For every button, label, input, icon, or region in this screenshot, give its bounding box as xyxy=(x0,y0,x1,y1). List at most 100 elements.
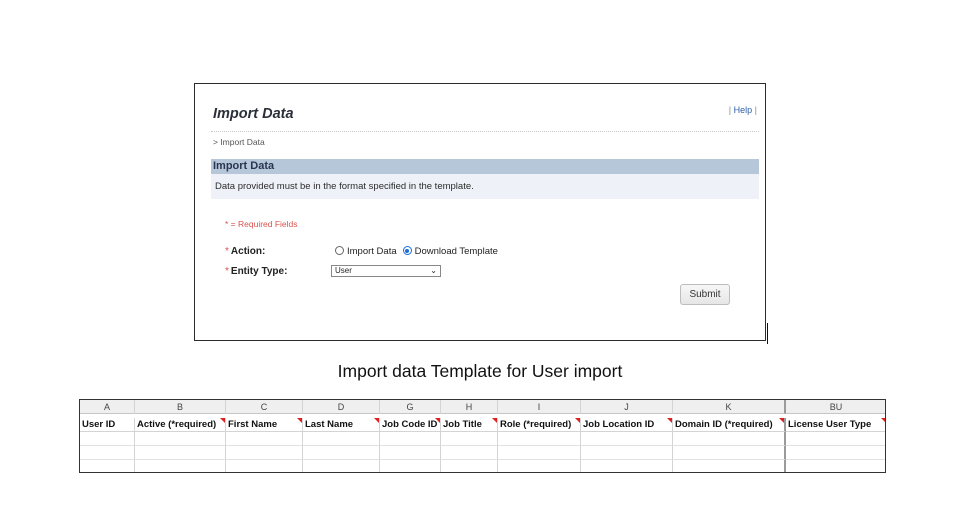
empty-cell[interactable] xyxy=(786,432,885,446)
empty-cell[interactable] xyxy=(303,460,380,472)
radio-option-download-template[interactable]: Download Template xyxy=(402,246,498,257)
header-row: User ID Active (*required) First Name La… xyxy=(80,418,885,432)
header-text: Job Code ID xyxy=(382,419,438,430)
empty-cell[interactable] xyxy=(135,432,226,446)
header-cell[interactable]: User ID xyxy=(80,418,135,432)
empty-cell[interactable] xyxy=(441,446,498,460)
entity-type-label-text: Entity Type xyxy=(230,266,285,277)
column-letter: H xyxy=(441,400,498,414)
header-cell[interactable]: Job Code ID xyxy=(380,418,441,432)
comment-marker-icon xyxy=(435,418,440,423)
column-letter-row: A B C D G H I J K BU xyxy=(80,400,885,414)
header-text: Active (*required) xyxy=(137,419,217,430)
header-text: Last Name xyxy=(305,419,354,430)
required-marker: * xyxy=(225,246,229,257)
comment-marker-icon xyxy=(667,418,672,423)
section-header: Import Data xyxy=(211,159,759,174)
empty-cell[interactable] xyxy=(786,460,885,472)
header-cell[interactable]: Active (*required) xyxy=(135,418,226,432)
submit-button[interactable]: Submit xyxy=(680,284,730,305)
column-letter: K xyxy=(673,400,786,414)
empty-cell[interactable] xyxy=(135,460,226,472)
comment-marker-icon xyxy=(575,418,580,423)
empty-cell[interactable] xyxy=(441,432,498,446)
empty-cell[interactable] xyxy=(581,446,673,460)
page-title: Import Data xyxy=(213,106,294,122)
radio-import-data[interactable] xyxy=(335,246,344,255)
empty-cell[interactable] xyxy=(786,446,885,460)
column-letter: B xyxy=(135,400,226,414)
empty-cell[interactable] xyxy=(226,432,303,446)
breadcrumb: > Import Data xyxy=(213,137,265,147)
radio-download-template[interactable] xyxy=(402,246,412,255)
header-cell[interactable]: Last Name xyxy=(303,418,380,432)
column-letter: I xyxy=(498,400,581,414)
empty-cell[interactable] xyxy=(303,432,380,446)
comment-marker-icon xyxy=(374,418,379,423)
empty-cell[interactable] xyxy=(80,446,135,460)
import-data-panel: Import Data | Help | > Import Data Impor… xyxy=(194,83,766,341)
header-text: Job Title xyxy=(443,419,482,430)
header-cell[interactable]: Job Title xyxy=(441,418,498,432)
empty-cell[interactable] xyxy=(441,460,498,472)
header-text: Role (*required) xyxy=(500,419,572,430)
empty-cell[interactable] xyxy=(380,446,441,460)
header-text: Domain ID (*required) xyxy=(675,419,773,430)
empty-cell[interactable] xyxy=(673,446,786,460)
empty-cell[interactable] xyxy=(135,446,226,460)
empty-cell[interactable] xyxy=(80,460,135,472)
table-row xyxy=(80,446,885,460)
column-letter: G xyxy=(380,400,441,414)
header-cell[interactable]: License User Type xyxy=(786,418,885,432)
empty-cell[interactable] xyxy=(303,446,380,460)
table-row xyxy=(80,432,885,446)
header-text: First Name xyxy=(228,419,278,430)
comment-marker-icon xyxy=(779,418,784,423)
action-label: * Action: xyxy=(225,246,266,257)
entity-type-value: User xyxy=(335,266,352,275)
header-cell[interactable]: Domain ID (*required) xyxy=(673,418,786,432)
comment-marker-icon xyxy=(881,418,885,423)
divider xyxy=(211,131,759,132)
action-radio-group: Import Data Download Template xyxy=(335,246,504,257)
comment-marker-icon xyxy=(220,418,225,423)
help-link[interactable]: Help xyxy=(734,105,753,115)
empty-cell[interactable] xyxy=(581,460,673,472)
empty-cell[interactable] xyxy=(673,460,786,472)
header-text: Job Location ID xyxy=(583,419,655,430)
header-cell[interactable]: First Name xyxy=(226,418,303,432)
column-letter: C xyxy=(226,400,303,414)
required-fields-note: * = Required Fields xyxy=(225,219,298,229)
empty-cell[interactable] xyxy=(380,460,441,472)
header-text: License User Type xyxy=(788,419,872,430)
comment-marker-icon xyxy=(492,418,497,423)
empty-cell[interactable] xyxy=(581,432,673,446)
required-marker: * xyxy=(225,266,229,277)
table-row xyxy=(80,460,885,472)
empty-cell[interactable] xyxy=(498,446,581,460)
section-description: Data provided must be in the format spec… xyxy=(211,174,759,199)
column-letter: BU xyxy=(786,400,885,414)
chevron-down-icon: ⌄ xyxy=(430,266,437,275)
entity-type-select[interactable]: User ⌄ xyxy=(331,265,441,277)
column-letter: A xyxy=(80,400,135,414)
empty-cell[interactable] xyxy=(498,460,581,472)
spreadsheet-template: A B C D G H I J K BU User ID Active (*re… xyxy=(79,399,886,473)
help-link-wrapper: | Help | xyxy=(728,105,757,115)
header-cell[interactable]: Job Location ID xyxy=(581,418,673,432)
empty-cell[interactable] xyxy=(80,432,135,446)
empty-cell[interactable] xyxy=(673,432,786,446)
entity-type-label: * Entity Type: xyxy=(225,266,288,277)
radio-option-import-data[interactable]: Import Data xyxy=(335,246,397,257)
empty-cell[interactable] xyxy=(226,446,303,460)
empty-cell[interactable] xyxy=(226,460,303,472)
empty-cell[interactable] xyxy=(498,432,581,446)
action-label-text: Action xyxy=(230,246,263,257)
template-caption: Import data Template for User import xyxy=(337,361,623,381)
comment-marker-icon xyxy=(297,418,302,423)
header-cell[interactable]: Role (*required) xyxy=(498,418,581,432)
column-letter: J xyxy=(581,400,673,414)
radio-import-data-label: Import Data xyxy=(347,246,397,257)
radio-download-template-label: Download Template xyxy=(414,246,498,257)
empty-cell[interactable] xyxy=(380,432,441,446)
